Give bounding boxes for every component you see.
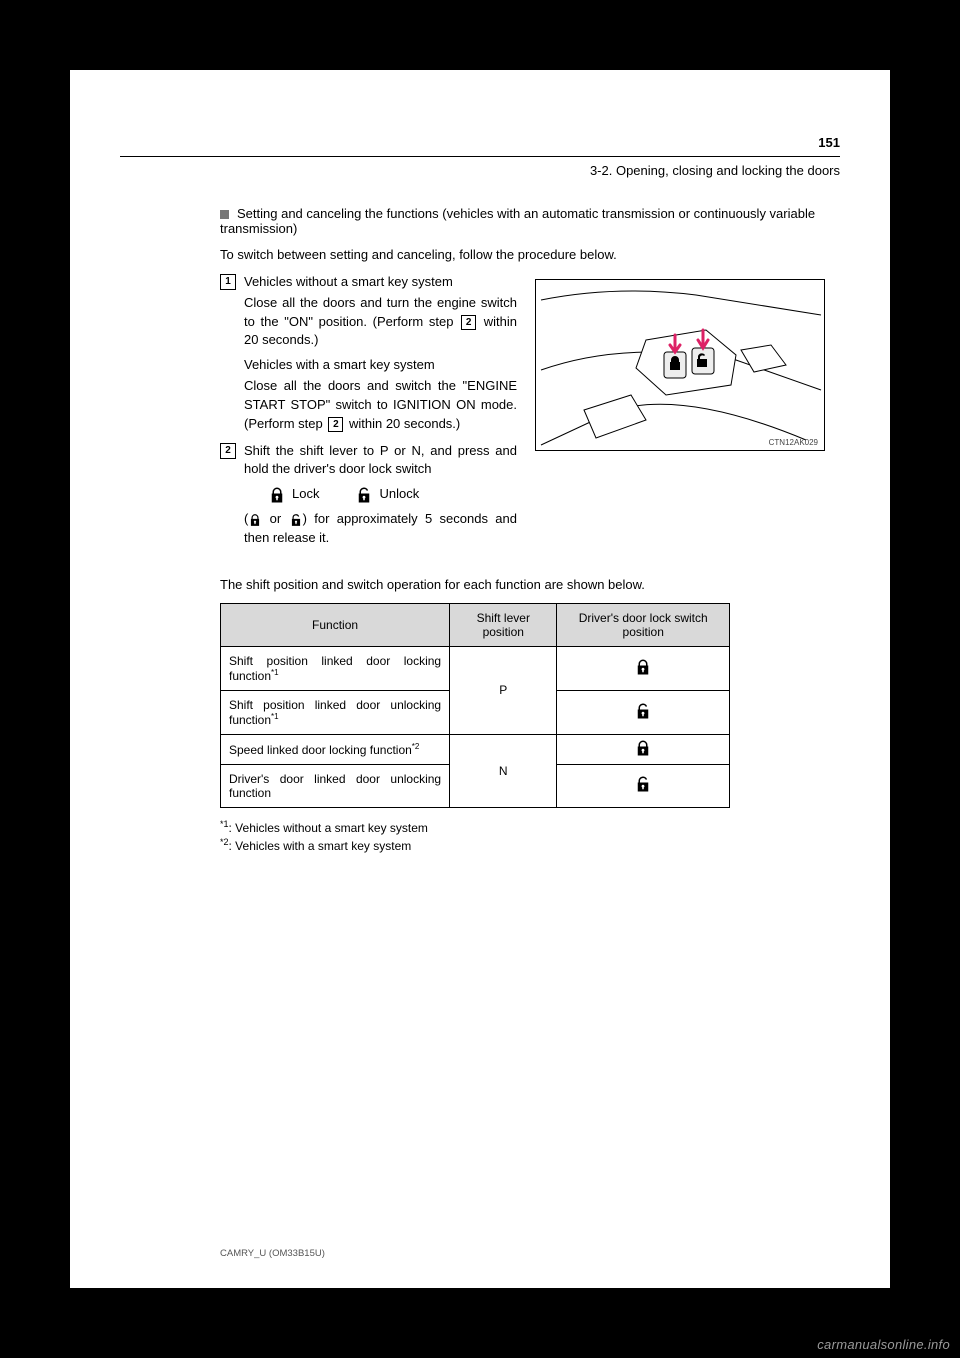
cell-icon-unlock	[557, 690, 730, 734]
cell-icon-lock	[557, 646, 730, 690]
footnotes: *1: Vehicles without a smart key system …	[220, 818, 825, 856]
step-2-body: Shift the shift lever to P or N, and pre…	[244, 442, 517, 548]
page-content: Setting and canceling the functions (veh…	[70, 206, 890, 855]
unlock-icon	[634, 702, 652, 720]
col-header-function: Function	[221, 603, 450, 646]
step-1: 1 Vehicles without a smart key system Cl…	[220, 273, 517, 434]
two-column-layout: 1 Vehicles without a smart key system Cl…	[220, 273, 825, 556]
page-number: 151	[120, 135, 840, 150]
lock-icons-row: Lock Unlock	[268, 485, 517, 504]
left-column: 1 Vehicles without a smart key system Cl…	[220, 273, 517, 556]
step-1-body: Vehicles without a smart key system Clos…	[244, 273, 517, 434]
cell-function: Shift position linked door unlocking fun…	[221, 690, 450, 734]
functions-table: Function Shift lever position Driver's d…	[220, 603, 730, 808]
header-rule	[120, 156, 840, 157]
unlock-label: Unlock	[379, 485, 419, 504]
cell-function: Shift position linked door locking funct…	[221, 646, 450, 690]
step-number-1: 1	[220, 274, 236, 290]
door-switch-diagram: CTN12AK029	[535, 279, 825, 451]
page-header: 151 3-2. Opening, closing and locking th…	[70, 70, 890, 206]
functions-table-wrap: Function Shift lever position Driver's d…	[220, 603, 730, 808]
footnote-2: : Vehicles with a smart key system	[229, 839, 412, 853]
step-2: 2 Shift the shift lever to P or N, and p…	[220, 442, 517, 548]
col-header-shift: Shift lever position	[450, 603, 557, 646]
bullet-square-icon	[220, 210, 229, 219]
diagram-svg	[536, 280, 826, 452]
cell-function: Speed linked door locking function*2	[221, 734, 450, 764]
lock-icon	[268, 486, 286, 504]
footer-note: CAMRY_U (OM33B15U)	[220, 1248, 825, 1260]
lock-item-unlock: Unlock	[355, 485, 419, 504]
unlock-icon-inline	[289, 513, 303, 527]
inline-step-ref-2: 2	[461, 315, 476, 330]
table-intro: The shift position and switch operation …	[220, 576, 825, 595]
lock-icon	[634, 658, 652, 676]
intro-paragraph: To switch between setting and canceling,…	[220, 246, 825, 265]
col-header-switch: Driver's door lock switch position	[557, 603, 730, 646]
cell-shift-p: P	[450, 646, 557, 734]
watermark: carmanualsonline.info	[817, 1337, 950, 1352]
unlock-icon	[634, 775, 652, 793]
cell-shift-n: N	[450, 734, 557, 807]
table-row: Speed linked door locking function*2 N	[221, 734, 730, 764]
section-breadcrumb: 3-2. Opening, closing and locking the do…	[120, 163, 840, 178]
step-2-text: Shift the shift lever to P or N, and pre…	[244, 442, 517, 480]
footnote-1: : Vehicles without a smart key system	[229, 821, 428, 835]
manual-page: 151 3-2. Opening, closing and locking th…	[70, 70, 890, 1288]
step-2-tail: ( or ) for approximately 5 seconds and t…	[244, 510, 517, 548]
unlock-icon	[355, 486, 373, 504]
lock-icon-inline	[248, 513, 262, 527]
step-number-2: 2	[220, 443, 236, 459]
diagram-reference-code: CTN12AK029	[769, 438, 818, 447]
lock-label: Lock	[292, 485, 319, 504]
table-row: Shift position linked door locking funct…	[221, 646, 730, 690]
lock-item-lock: Lock	[268, 485, 319, 504]
step-1b-tail: within 20 seconds.)	[345, 416, 460, 431]
lock-icon	[634, 739, 652, 757]
subheading: Setting and canceling the functions (veh…	[220, 206, 825, 236]
subheading-text: Setting and canceling the functions (veh…	[220, 206, 815, 236]
table-header-row: Function Shift lever position Driver's d…	[221, 603, 730, 646]
inline-step-ref-2b: 2	[328, 417, 343, 432]
cell-function: Driver's door linked door unlocking func…	[221, 764, 450, 807]
right-column: CTN12AK029	[535, 273, 825, 556]
cell-icon-lock	[557, 734, 730, 764]
cell-icon-unlock	[557, 764, 730, 807]
